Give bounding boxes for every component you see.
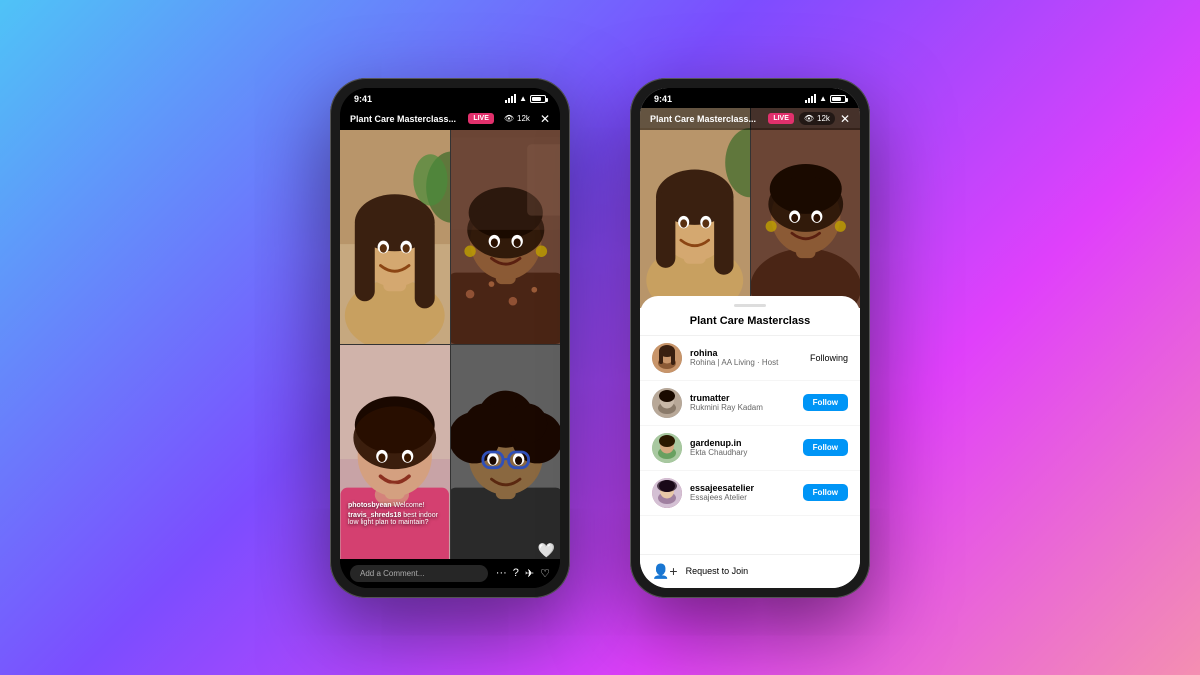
viewer-count-right: 👁 12k (799, 112, 835, 125)
close-btn-right[interactable]: ✕ (840, 112, 850, 126)
user-name-gardenup: Ekta Chaudhary (690, 448, 803, 457)
live-badge-left: LIVE (468, 113, 494, 124)
heart-icon[interactable]: 🤍 (538, 542, 555, 559)
comment-1: photosbyean Welcome! (348, 502, 442, 509)
battery-icon-right (830, 95, 846, 103)
close-btn-left[interactable]: ✕ (540, 112, 550, 126)
viewer-count-left: 👁 12k (499, 112, 535, 125)
user-info-trumatter: trumatter Rukmini Ray Kadam (690, 393, 803, 412)
user-item-2: trumatter Rukmini Ray Kadam Follow (640, 381, 860, 426)
live-badge-right: LIVE (768, 113, 794, 124)
request-join[interactable]: 👤+ Request to Join (640, 554, 860, 588)
battery-icon (530, 95, 546, 103)
user-name-trumatter: Rukmini Ray Kadam (690, 403, 803, 412)
video-cell-right-1 (640, 108, 750, 308)
live-header-left: Plant Care Masterclass... LIVE 👁 12k ✕ (340, 108, 560, 130)
signal-icon-right (805, 94, 816, 103)
comments-overlay: photosbyean Welcome! travis_shreds18 bes… (348, 502, 442, 529)
panel-title: Plant Care Masterclass (640, 311, 860, 336)
live-title-left: Plant Care Masterclass... (350, 114, 456, 124)
live-title-right: Plant Care Masterclass... (650, 114, 756, 124)
follow-btn-gardenup[interactable]: Follow (803, 439, 848, 456)
time-right: 9:41 (654, 94, 672, 104)
send-icon[interactable]: ✈ (525, 567, 534, 580)
bottom-bar-left: Add a Comment... ··· ? ✈ ♡ (340, 559, 560, 588)
user-name-essajees: Essajees Atelier (690, 493, 803, 502)
wifi-icon: ▲ (519, 94, 527, 103)
user-item-1: rohina Rohina | AA Living · Host Followi… (640, 336, 860, 381)
video-cell-4: 🤍 (451, 345, 561, 559)
status-icons-left: ▲ (505, 94, 546, 103)
user-handle-trumatter: trumatter (690, 393, 803, 403)
video-cell-2 (451, 130, 561, 344)
bottom-icons: ··· ? ✈ ♡ (496, 567, 550, 580)
comment-input[interactable]: Add a Comment... (350, 565, 488, 582)
avatar-trumatter (652, 388, 682, 418)
user-info-essajees: essajeesatelier Essajees Atelier (690, 483, 803, 502)
follow-btn-essajees[interactable]: Follow (803, 484, 848, 501)
user-list: rohina Rohina | AA Living · Host Followi… (640, 336, 860, 554)
phone-left: 9:41 ▲ Plant Care Masterclass... LIVE 👁 (330, 78, 570, 598)
more-icon[interactable]: ··· (496, 567, 507, 579)
follow-btn-trumatter[interactable]: Follow (803, 394, 848, 411)
avatar-rohina (652, 343, 682, 373)
panel-handle (734, 304, 766, 307)
user-name-rohina: Rohina | AA Living · Host (690, 358, 810, 367)
user-item-4: essajeesatelier Essajees Atelier Follow (640, 471, 860, 516)
wifi-icon-right: ▲ (819, 94, 827, 103)
video-cell-1 (340, 130, 450, 344)
question-icon[interactable]: ? (513, 567, 519, 579)
status-icons-right: ▲ (805, 94, 846, 103)
signal-icon (505, 94, 516, 103)
status-bar-right: 9:41 ▲ (640, 88, 860, 108)
status-bar-left: 9:41 ▲ (340, 88, 560, 108)
request-join-text: Request to Join (686, 566, 749, 576)
avatar-essajees (652, 478, 682, 508)
user-info-gardenup: gardenup.in Ekta Chaudhary (690, 438, 803, 457)
video-cell-3: photosbyean Welcome! travis_shreds18 bes… (340, 345, 450, 559)
following-label-rohina: Following (810, 353, 848, 363)
panel-sheet: Plant Care Masterclass (640, 296, 860, 588)
time-left: 9:41 (354, 94, 372, 104)
user-handle-gardenup: gardenup.in (690, 438, 803, 448)
user-info-rohina: rohina Rohina | AA Living · Host (690, 348, 810, 367)
comment-2: travis_shreds18 best indoor low light pl… (348, 512, 442, 526)
video-cell-right-2 (751, 108, 861, 308)
like-icon[interactable]: ♡ (540, 567, 550, 580)
user-handle-rohina: rohina (690, 348, 810, 358)
phone-right: 9:41 ▲ Plant Care Masterclass... LIVE (630, 78, 870, 598)
video-grid-left: photosbyean Welcome! travis_shreds18 bes… (340, 130, 560, 559)
live-video-section: Plant Care Masterclass... LIVE 👁 12k ✕ (640, 108, 860, 308)
user-item-3: gardenup.in Ekta Chaudhary Follow (640, 426, 860, 471)
user-handle-essajees: essajeesatelier (690, 483, 803, 493)
live-header-right: Plant Care Masterclass... LIVE 👁 12k ✕ (640, 108, 860, 130)
avatar-gardenup (652, 433, 682, 463)
request-join-icon: 👤+ (652, 563, 678, 580)
